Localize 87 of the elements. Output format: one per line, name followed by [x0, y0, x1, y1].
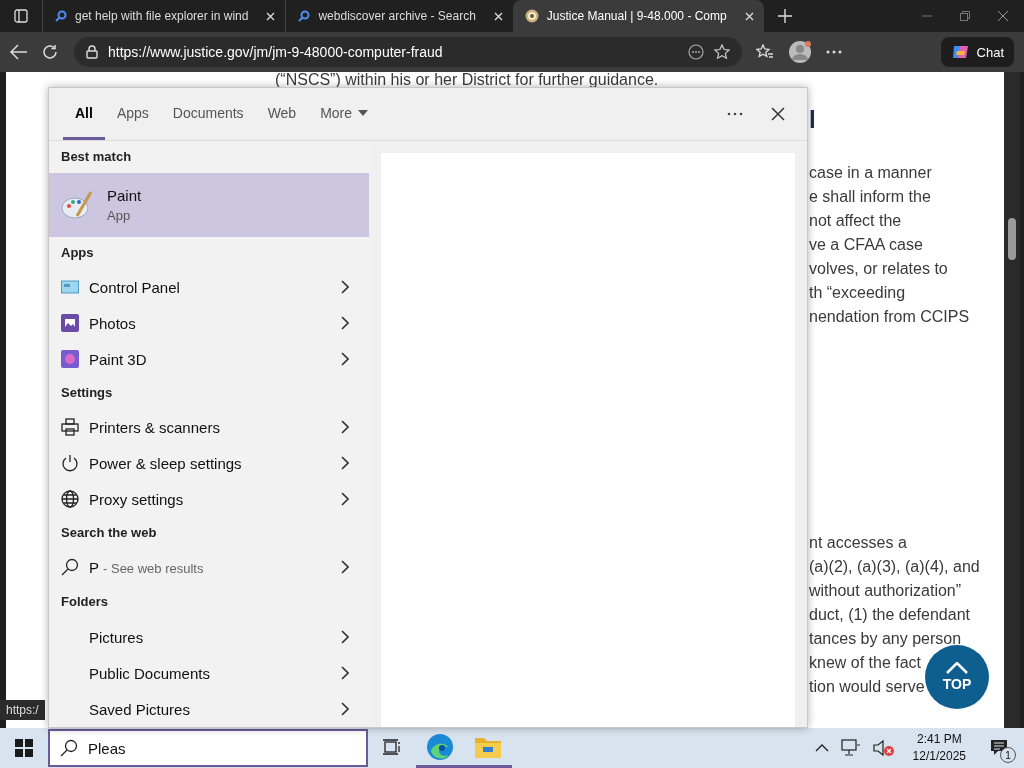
search-icon [61, 558, 79, 576]
section-header: Settings [60, 384, 114, 402]
page-text: (“NSCS”) within his or her District for further guidance. [274, 72, 659, 87]
page-text: tion would serve [809, 677, 925, 697]
profile-avatar-icon[interactable] [788, 40, 812, 64]
result-item[interactable]: P - See web results [49, 549, 369, 585]
search-icon [60, 739, 78, 757]
page-text: (a)(2), (a)(3), (a)(4), and [809, 557, 980, 577]
search-box[interactable]: Pleas [48, 729, 368, 767]
browser-tab[interactable]: Justice Manual | 9-48.000 - Comp [512, 0, 764, 32]
caret-icon [358, 109, 369, 116]
search-icon [55, 10, 67, 22]
favorites-icon[interactable] [756, 44, 774, 60]
result-item[interactable]: Photos [49, 305, 369, 341]
chevron-right-icon [341, 492, 349, 506]
address-bar[interactable]: https://www.justice.gov/jm/jm-9-48000-computer-fraud [74, 37, 742, 67]
chat-button[interactable]: Chat [940, 37, 1014, 67]
page-text: nendation from CCIPS [809, 307, 970, 327]
result-item[interactable]: Public Documents [49, 655, 369, 691]
chevron-up-icon [946, 662, 968, 674]
page-text: nt accesses a [809, 533, 907, 553]
search-icon [298, 10, 311, 22]
volume-muted-icon[interactable] [872, 739, 895, 757]
palette-icon [61, 190, 93, 220]
close-icon[interactable] [998, 11, 1008, 21]
star-icon[interactable] [714, 44, 730, 60]
more-menu[interactable]: More [308, 88, 381, 140]
chevron-right-icon [341, 352, 349, 366]
tab-actions-icon[interactable] [14, 9, 28, 23]
page-text: without authorization” [809, 581, 962, 601]
chevron-up-icon[interactable] [814, 744, 829, 752]
chevron-right-icon [341, 702, 349, 716]
chevron-right-icon [341, 456, 349, 470]
section-header: Search the web [60, 524, 158, 542]
network-icon[interactable] [840, 739, 861, 757]
section-header: Folders [60, 593, 109, 611]
page-text: volves, or relates to [809, 259, 948, 279]
back-icon[interactable] [10, 44, 28, 60]
result-item[interactable]: Saved Pictures [49, 691, 369, 727]
page-text: case in a manner [809, 163, 932, 183]
result-item[interactable]: Paint 3D [49, 341, 369, 377]
task-view-icon [383, 738, 401, 755]
more-options-icon[interactable] [688, 44, 704, 60]
more-icon[interactable] [727, 112, 743, 116]
status-url: https:/ [0, 700, 45, 720]
globe-icon [61, 490, 79, 508]
result-item[interactable]: Proxy settings [49, 481, 369, 517]
page-text: th “exceeding [809, 283, 906, 303]
scrollbar[interactable] [1004, 72, 1020, 728]
filter-tab[interactable]: Documents [160, 88, 256, 140]
chevron-right-icon [341, 316, 349, 330]
restore-icon[interactable] [960, 11, 970, 21]
windows-icon [15, 739, 33, 757]
page-text: ve a CFAA case [809, 235, 923, 255]
filter-tab[interactable]: Apps [104, 88, 161, 140]
result-item[interactable]: Printers & scanners [49, 409, 369, 445]
photo-icon [61, 314, 79, 332]
result-item[interactable]: Power & sleep settings [49, 445, 369, 481]
lock-icon [86, 45, 98, 59]
result-item[interactable]: Pictures [49, 619, 369, 655]
chevron-right-icon [341, 420, 349, 434]
page-text: e shall inform the [809, 187, 931, 207]
result-item[interactable]: Control Panel [49, 269, 369, 305]
menu-icon[interactable] [826, 50, 842, 54]
page-text: not affect the [809, 211, 902, 231]
chevron-right-icon [341, 280, 349, 294]
page-text: duct, (1) the defendant [809, 605, 970, 625]
best-match-result[interactable]: Paint App [49, 173, 369, 237]
notification-button[interactable]: 1 [984, 733, 1014, 763]
printer-icon [61, 418, 79, 436]
section-header: Best match [60, 148, 133, 166]
refresh-icon[interactable] [42, 44, 58, 60]
page-text: knew of the fact [809, 653, 922, 673]
control-panel-icon [61, 280, 79, 294]
power-icon [61, 454, 79, 472]
close-icon[interactable] [771, 107, 785, 121]
paint-3d-icon [61, 350, 79, 368]
clock[interactable]: 2:41 PM 12/1/2025 [906, 731, 972, 765]
filter-tab[interactable]: Web [255, 88, 309, 140]
section-header: Apps [60, 244, 95, 262]
heading-fragment: l [809, 105, 816, 135]
chevron-right-icon [341, 560, 349, 574]
seal-icon [524, 9, 539, 23]
search-field[interactable]: Pleas [88, 733, 348, 763]
chevron-right-icon [341, 630, 349, 644]
chevron-right-icon [341, 666, 349, 680]
new-tab-icon[interactable] [777, 9, 792, 23]
